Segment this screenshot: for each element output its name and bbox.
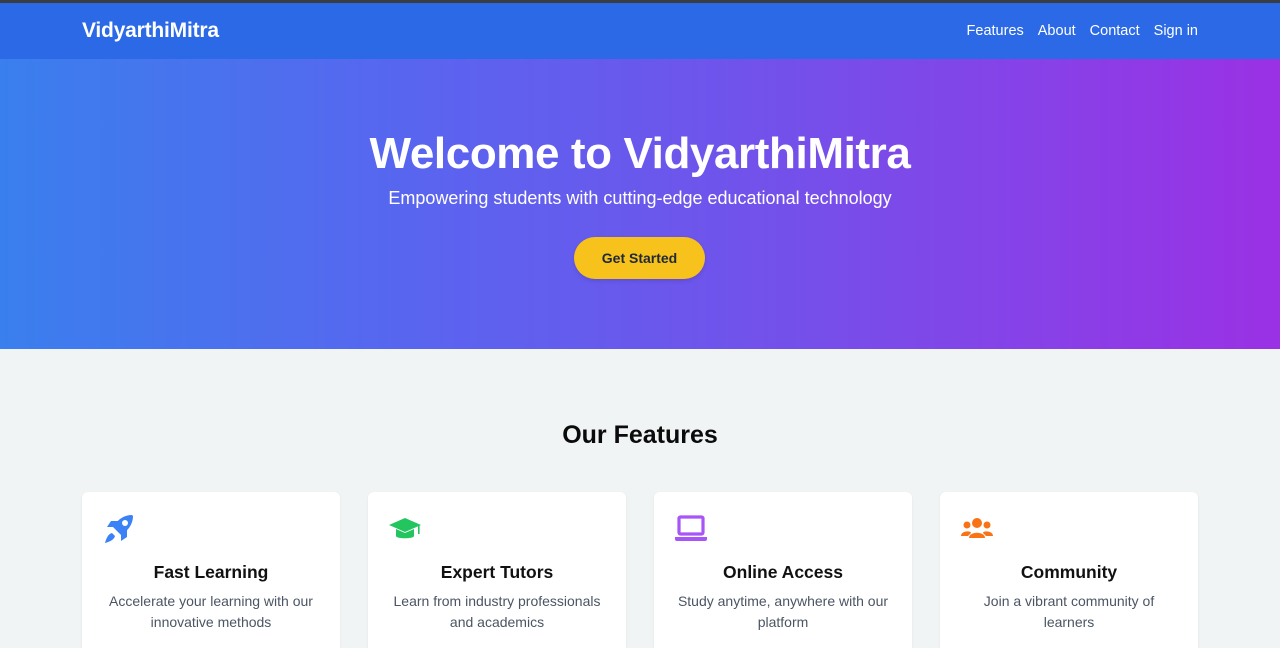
feature-card-description: Accelerate your learning with our innova… <box>109 593 313 630</box>
users-icon <box>961 518 993 538</box>
nav-link-features[interactable]: Features <box>967 23 1024 39</box>
hero-title: Welcome to VidyarthiMitra <box>369 129 911 178</box>
brand-logo[interactable]: VidyarthiMitra <box>82 19 219 43</box>
feature-card-description: Join a vibrant community of learners <box>983 593 1155 630</box>
feature-card-title: Fast Learning <box>153 562 269 582</box>
feature-card-expert-tutors: Expert Tutors Learn from industry profes… <box>368 492 626 648</box>
nav-links: Features About Contact Sign in <box>967 23 1198 39</box>
feature-card-fast-learning: Fast Learning Accelerate your learning w… <box>82 492 340 648</box>
feature-card-community: Community Join a vibrant community of le… <box>940 492 1198 648</box>
feature-card-description: Study anytime, anywhere with our platfor… <box>677 593 889 630</box>
graduation-cap-icon <box>389 518 421 539</box>
hero-section: Welcome to VidyarthiMitra Empowering stu… <box>0 59 1280 349</box>
nav-link-about[interactable]: About <box>1038 23 1076 39</box>
navbar: VidyarthiMitra Features About Contact Si… <box>0 3 1280 59</box>
feature-card-title: Online Access <box>723 562 843 582</box>
hero-subtitle: Empowering students with cutting-edge ed… <box>388 188 892 208</box>
nav-link-sign-in[interactable]: Sign in <box>1154 23 1198 39</box>
rocket-icon <box>105 515 133 543</box>
laptop-icon <box>675 515 707 541</box>
nav-link-contact[interactable]: Contact <box>1090 23 1140 39</box>
feature-card-online-access: Online Access Study anytime, anywhere wi… <box>654 492 912 648</box>
features-heading: Our Features <box>562 421 718 449</box>
feature-card-title: Community <box>1020 562 1118 582</box>
feature-card-title: Expert Tutors <box>440 562 554 582</box>
feature-card-description: Learn from industry professionals and ac… <box>393 593 601 630</box>
get-started-button[interactable]: Get Started <box>574 237 705 279</box>
